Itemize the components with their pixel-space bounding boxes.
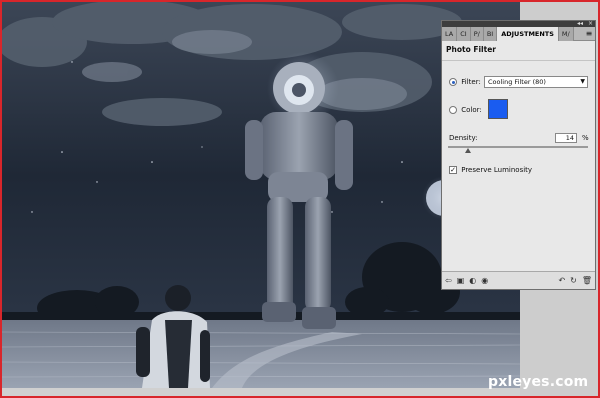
eye-icon[interactable]: ◉: [481, 276, 488, 285]
delete-icon[interactable]: 🗑: [582, 276, 592, 285]
preserve-luminosity-row: ✓ Preserve Luminosity: [442, 166, 595, 174]
panel-titlebar[interactable]: ◂◂ ×: [442, 20, 595, 27]
density-unit: %: [582, 134, 589, 142]
density-slider-thumb[interactable]: [464, 148, 471, 153]
view-previous-icon[interactable]: ↶: [558, 276, 565, 285]
density-row: Density: 14 %: [442, 133, 595, 153]
watermark-text: pxleyes.com: [488, 374, 589, 390]
panel-tabs: LA CI P/ BI ADJUSTMENTS M/ ≡: [442, 27, 595, 41]
filter-select[interactable]: Cooling Filter (80) ▼: [484, 76, 588, 88]
tab-layers[interactable]: LA: [442, 27, 458, 41]
reset-icon[interactable]: ↻: [570, 276, 577, 285]
panel-title: Photo Filter: [442, 41, 595, 61]
tab-channels[interactable]: CI: [457, 27, 471, 41]
tab-paths[interactable]: P/: [470, 27, 484, 41]
canvas-bottom-strip: [2, 388, 520, 396]
tab-masks[interactable]: M/: [558, 27, 574, 41]
clip-layer-icon[interactable]: ▣: [457, 276, 465, 285]
color-row: Color:: [442, 99, 595, 119]
tab-adjustments[interactable]: ADJUSTMENTS: [497, 27, 559, 41]
filter-row: Filter: Cooling Filter (80) ▼: [442, 76, 595, 88]
adjustments-panel: ◂◂ × LA CI P/ BI ADJUSTMENTS M/ ≡ Photo …: [441, 20, 596, 290]
visibility-toggle-icon[interactable]: ◐: [469, 276, 476, 285]
panel-bottom-toolbar: ⇦ ▣ ◐ ◉ ↶ ↻ 🗑: [442, 271, 595, 289]
collapse-icon[interactable]: ◂◂: [577, 20, 583, 27]
tab-brushes[interactable]: BI: [483, 27, 498, 41]
chevron-down-icon: ▼: [580, 78, 585, 85]
filter-label: Filter:: [461, 78, 481, 86]
filter-radio[interactable]: [449, 78, 457, 86]
preserve-luminosity-checkbox[interactable]: ✓: [449, 166, 457, 174]
color-label: Color:: [461, 106, 482, 114]
density-input[interactable]: 14: [555, 133, 577, 143]
back-icon[interactable]: ⇦: [445, 276, 452, 285]
density-label: Density:: [449, 134, 478, 142]
filter-select-value: Cooling Filter (80): [488, 78, 546, 86]
close-icon[interactable]: ×: [588, 20, 593, 27]
color-swatch[interactable]: [488, 99, 508, 119]
panel-menu-icon[interactable]: ≡: [583, 27, 595, 40]
color-radio[interactable]: [449, 106, 457, 114]
preserve-luminosity-label: Preserve Luminosity: [461, 166, 533, 174]
